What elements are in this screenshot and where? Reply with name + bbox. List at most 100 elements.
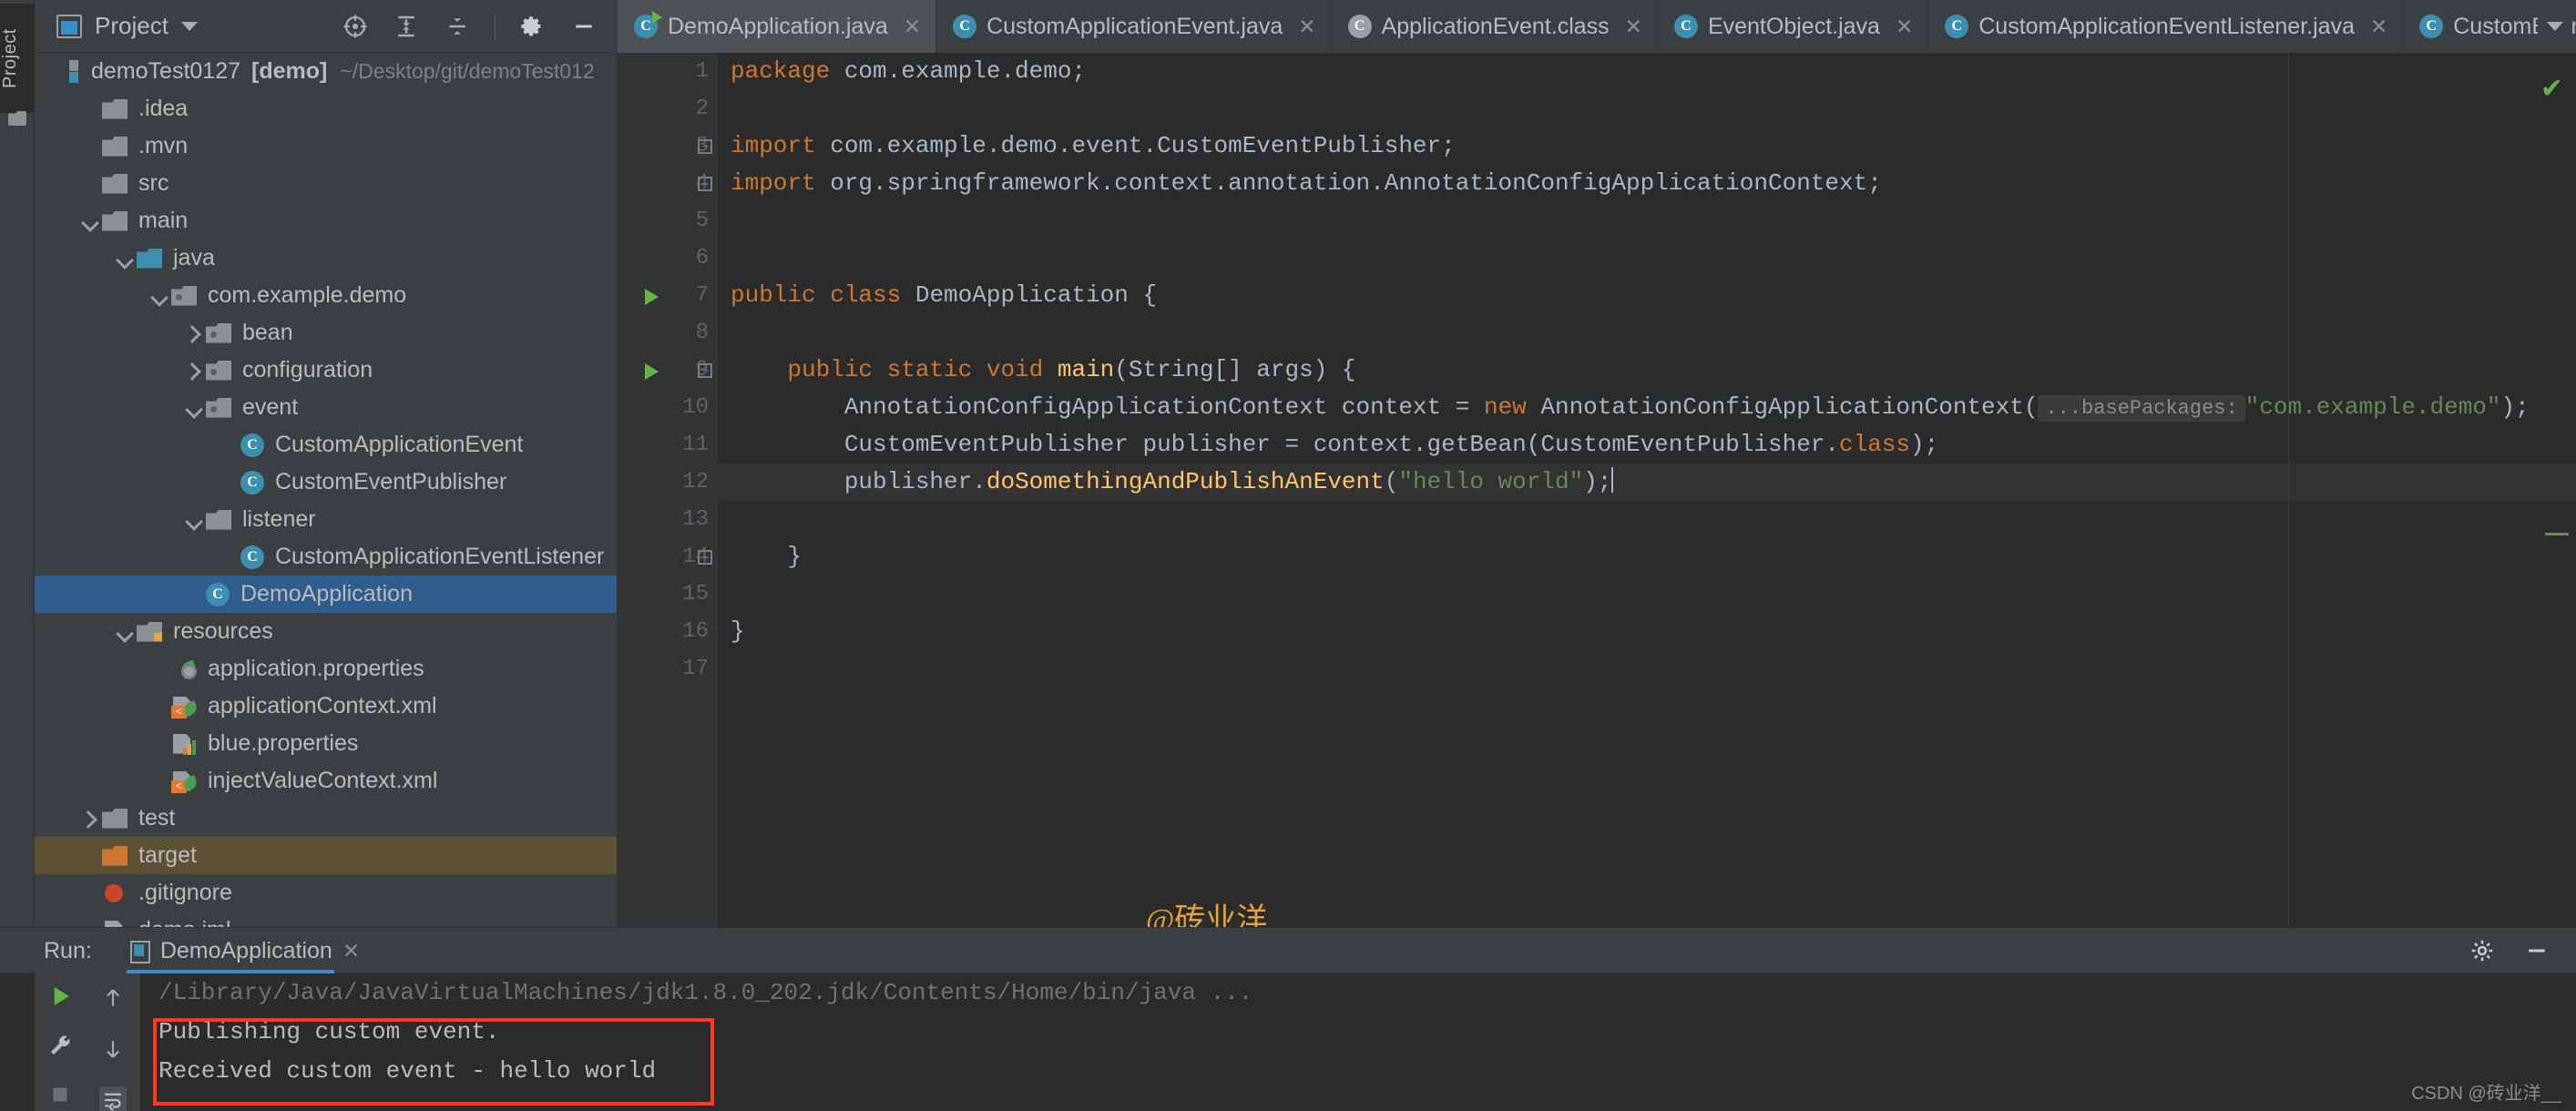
gutter-line-7[interactable]: 7: [618, 277, 718, 314]
tabbar-overflow-button[interactable]: [2538, 0, 2572, 53]
tree-item--idea[interactable]: .idea: [35, 90, 617, 127]
close-icon[interactable]: ✕: [2370, 15, 2387, 37]
tree-item-demotest0127[interactable]: demoTest0127 [demo] ~/Desktop/git/demoTest…: [35, 53, 617, 90]
code-editor[interactable]: 1 2 3–4–5 6 7 8 9–10 11 12 13 14–15 16 17 package co…: [618, 53, 2576, 927]
arrow-up-icon[interactable]: [99, 984, 127, 1012]
code-line-3[interactable]: import com.example.demo.event.CustomEven…: [718, 127, 2576, 165]
stop-icon[interactable]: [46, 1081, 74, 1108]
chevron-down-icon[interactable]: [2547, 22, 2563, 31]
tree-item-listener[interactable]: listener: [35, 501, 617, 538]
locate-icon[interactable]: [342, 13, 369, 40]
code-line-14[interactable]: }: [718, 538, 2576, 576]
editor-gutter[interactable]: 1 2 3–4–5 6 7 8 9–10 11 12 13 14–15 16 17: [618, 53, 718, 927]
chevron-down-icon[interactable]: [180, 21, 198, 31]
tree-item--mvn[interactable]: .mvn: [35, 127, 617, 165]
gutter-line-16[interactable]: 16: [618, 613, 718, 650]
tree-item-customapplicationevent[interactable]: C CustomApplicationEvent: [35, 426, 617, 464]
tool-window-button-project[interactable]: Project: [0, 4, 35, 113]
wrench-icon[interactable]: [46, 1032, 74, 1059]
console-output[interactable]: /Library/Java/JavaVirtualMachines/jdk1.8…: [146, 973, 2576, 1111]
close-icon[interactable]: ✕: [342, 939, 360, 963]
tree-item-application-properties[interactable]: application.properties: [35, 650, 617, 688]
project-tree[interactable]: demoTest0127 [demo] ~/Desktop/git/demoTest…: [35, 53, 618, 927]
chevron-down-icon[interactable]: [148, 284, 171, 308]
editor-code-area[interactable]: package com.example.demo; import com.exam…: [718, 53, 2576, 927]
code-line-2[interactable]: [718, 90, 2576, 127]
gutter-line-14[interactable]: 14–: [618, 538, 718, 576]
tree-item-java[interactable]: java: [35, 240, 617, 277]
tree-item-configuration[interactable]: configuration: [35, 352, 617, 389]
chevron-down-icon[interactable]: [78, 209, 102, 233]
run-gutter-icon[interactable]: [645, 289, 659, 305]
close-icon[interactable]: ✕: [1298, 15, 1315, 37]
gutter-line-5[interactable]: 5: [618, 202, 718, 240]
run-gutter-icon[interactable]: [645, 363, 659, 380]
tree-item-applicationcontext-xml[interactable]: < applicationContext.xml: [35, 688, 617, 725]
project-title-group[interactable]: Project: [56, 12, 198, 40]
tree-item-com-example-demo[interactable]: com.example.demo: [35, 277, 617, 314]
chevron-down-icon[interactable]: [113, 620, 137, 644]
gear-icon[interactable]: [2469, 937, 2496, 964]
run-tab-demoapplication[interactable]: DemoApplication ✕: [126, 928, 360, 973]
code-line-13[interactable]: [718, 501, 2576, 538]
chevron-right-icon[interactable]: [182, 321, 206, 345]
gutter-line-13[interactable]: 13: [618, 501, 718, 538]
tree-item-demoapplication[interactable]: C DemoApplication: [35, 576, 617, 613]
fold-collapse-icon[interactable]: –: [698, 139, 712, 154]
code-line-5[interactable]: [718, 202, 2576, 240]
tree-item-test[interactable]: test: [35, 800, 617, 837]
code-line-6[interactable]: [718, 240, 2576, 277]
chevron-down-icon[interactable]: [182, 396, 206, 420]
gutter-line-1[interactable]: 1: [618, 53, 718, 90]
gutter-line-15[interactable]: 15: [618, 576, 718, 613]
gutter-line-8[interactable]: 8: [618, 314, 718, 352]
chevron-down-icon[interactable]: [113, 247, 137, 270]
tree-item-injectvaluecontext-xml[interactable]: < injectValueContext.xml: [35, 762, 617, 800]
fold-end-icon[interactable]: –: [698, 177, 712, 191]
tree-item--gitignore[interactable]: .gitignore: [35, 874, 617, 912]
chevron-right-icon[interactable]: [182, 359, 206, 382]
fold-collapse-icon[interactable]: –: [698, 363, 712, 378]
fold-end-icon[interactable]: –: [698, 550, 712, 565]
tree-item-src[interactable]: src: [35, 165, 617, 202]
minimize-icon[interactable]: [570, 13, 598, 40]
editor-tab-0[interactable]: C DemoApplication.java ✕: [618, 0, 937, 53]
gutter-line-11[interactable]: 11: [618, 426, 718, 464]
code-line-12[interactable]: publisher.doSomethingAndPublishAnEvent("…: [718, 464, 2576, 501]
soft-wrap-icon[interactable]: [99, 1086, 127, 1111]
gutter-line-12[interactable]: 12: [618, 464, 718, 501]
close-icon[interactable]: ✕: [904, 15, 921, 37]
tree-item-customapplicationeventlistener[interactable]: C CustomApplicationEventListener: [35, 538, 617, 576]
chevron-right-icon[interactable]: [78, 807, 102, 831]
gutter-line-3[interactable]: 3–: [618, 127, 718, 165]
code-line-7[interactable]: public class DemoApplication {: [718, 277, 2576, 314]
gutter-line-10[interactable]: 10: [618, 389, 718, 426]
tree-item-event[interactable]: event: [35, 389, 617, 426]
tree-item-blue-properties[interactable]: blue.properties: [35, 725, 617, 762]
editor-tab-2[interactable]: C ApplicationEvent.class ✕: [1331, 0, 1658, 53]
gutter-line-6[interactable]: 6: [618, 240, 718, 277]
code-line-4[interactable]: import org.springframework.context.annot…: [718, 165, 2576, 202]
editor-tab-4[interactable]: C CustomApplicationEventListener.java ✕: [1928, 0, 2404, 53]
gutter-line-17[interactable]: 17: [618, 650, 718, 688]
gutter-line-4[interactable]: 4–: [618, 165, 718, 202]
tree-item-customeventpublisher[interactable]: C CustomEventPublisher: [35, 464, 617, 501]
close-icon[interactable]: ✕: [1896, 15, 1913, 37]
tree-item-target[interactable]: target: [35, 837, 617, 874]
editor-tab-1[interactable]: C CustomApplicationEvent.java ✕: [936, 0, 1332, 53]
tree-item-resources[interactable]: resources: [35, 613, 617, 650]
editor-tab-3[interactable]: C EventObject.java ✕: [1657, 0, 1929, 53]
tree-item-demo-iml[interactable]: demo.iml: [35, 912, 617, 927]
chevron-down-icon[interactable]: [182, 508, 206, 532]
minimize-icon[interactable]: [2523, 937, 2550, 964]
gear-icon[interactable]: [519, 13, 547, 40]
tree-item-main[interactable]: main: [35, 202, 617, 240]
code-line-16[interactable]: }: [718, 613, 2576, 650]
rerun-icon[interactable]: [46, 983, 74, 1010]
tree-item-bean[interactable]: bean: [35, 314, 617, 352]
code-line-11[interactable]: CustomEventPublisher publisher = context…: [718, 426, 2576, 464]
gutter-line-9[interactable]: 9–: [618, 352, 718, 389]
code-line-15[interactable]: [718, 576, 2576, 613]
code-line-10[interactable]: AnnotationConfigApplicationContext conte…: [718, 389, 2576, 426]
close-icon[interactable]: ✕: [1625, 15, 1642, 37]
